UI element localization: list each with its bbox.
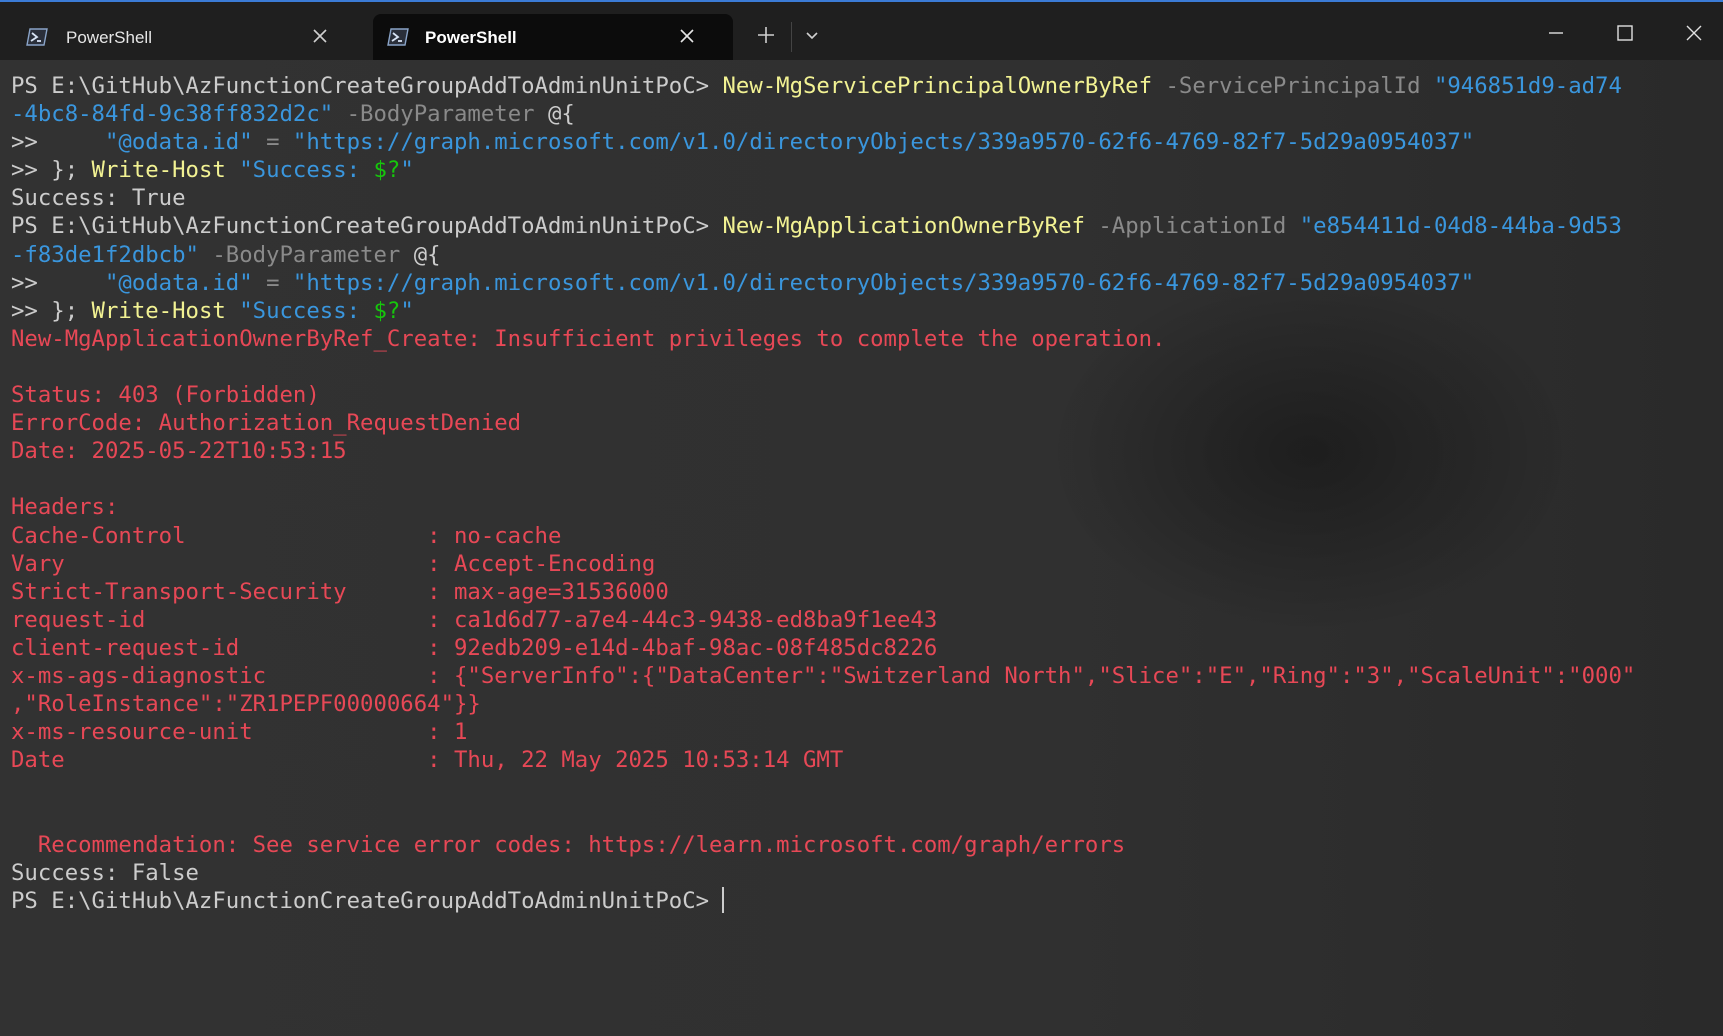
error-code: ErrorCode: Authorization_RequestDenied bbox=[11, 410, 522, 437]
powershell-icon bbox=[387, 28, 409, 46]
string-literal: "946851d9-ad74 bbox=[1433, 73, 1622, 99]
operator: = bbox=[252, 129, 293, 156]
terminal-line: >> "@odata.id" = "https://graph.microsof… bbox=[11, 128, 1711, 156]
command: Write-Host bbox=[91, 157, 226, 184]
error-status: Status: 403 (Forbidden) bbox=[11, 382, 320, 409]
continuation-prompt: >> }; bbox=[11, 297, 92, 324]
header-row: x-ms-resource-unit : 1 bbox=[11, 719, 468, 746]
tab-powershell-2[interactable]: PowerShell bbox=[373, 14, 733, 60]
prompt: PS E:\GitHub\AzFunctionCreateGroupAddToA… bbox=[11, 887, 723, 914]
terminal-line: >> }; Write-Host "Success: $?" bbox=[11, 156, 1711, 184]
command: New-MgApplicationOwnerByRef bbox=[722, 213, 1085, 240]
terminal-output-line: Success: False bbox=[11, 859, 199, 886]
tab-label: PowerShell bbox=[425, 28, 517, 47]
terminal-line: -f83de1f2dbcb" -BodyParameter @{ bbox=[11, 241, 1711, 269]
terminal-line: >> "@odata.id" = "https://graph.microsof… bbox=[11, 269, 1711, 297]
close-icon[interactable] bbox=[310, 26, 330, 46]
operator: = bbox=[252, 269, 293, 296]
header-row: Strict-Transport-Security : max-age=3153… bbox=[11, 578, 669, 605]
headers-title: Headers: bbox=[11, 494, 119, 521]
title-bar: PowerShell PowerShell bbox=[0, 2, 1723, 60]
command: Write-Host bbox=[91, 297, 226, 324]
terminal-output[interactable]: PS E:\GitHub\AzFunctionCreateGroupAddToA… bbox=[11, 72, 1711, 1022]
hashtable-open: @{ bbox=[413, 241, 441, 268]
maximize-icon[interactable] bbox=[1614, 22, 1636, 44]
variable: $? bbox=[373, 157, 401, 184]
string-literal: "Success: bbox=[239, 297, 374, 324]
terminal-line: PS E:\GitHub\AzFunctionCreateGroupAddToA… bbox=[11, 886, 1711, 915]
close-icon[interactable] bbox=[677, 26, 697, 46]
tab-separator bbox=[791, 22, 792, 52]
error-date: Date: 2025-05-22T10:53:15 bbox=[11, 438, 347, 465]
header-row: Vary : Accept-Encoding bbox=[11, 550, 656, 577]
parameter: -BodyParameter bbox=[333, 101, 548, 128]
terminal-line: PS E:\GitHub\AzFunctionCreateGroupAddToA… bbox=[11, 72, 1711, 100]
recommendation: Recommendation: See service error codes:… bbox=[11, 831, 1126, 858]
string-literal: -f83de1f2dbcb" bbox=[11, 241, 199, 268]
close-icon[interactable] bbox=[1683, 22, 1705, 44]
continuation-prompt: >> }; bbox=[11, 157, 92, 184]
text-cursor bbox=[722, 886, 725, 913]
string-literal: "@odata.id" bbox=[104, 269, 253, 296]
variable: $? bbox=[373, 297, 401, 324]
header-row-continuation: ,"RoleInstance":"ZR1PEPF00000664"}} bbox=[11, 691, 481, 718]
prompt: PS E:\GitHub\AzFunctionCreateGroupAddToA… bbox=[11, 73, 723, 99]
tab-label: PowerShell bbox=[66, 28, 152, 47]
string-literal: " bbox=[400, 157, 414, 184]
parameter: -ServicePrincipalId bbox=[1152, 73, 1434, 99]
terminal-window: PowerShell PowerShell PS E:\GitHub\AzFun… bbox=[0, 0, 1723, 1036]
hashtable-open: @{ bbox=[547, 101, 575, 128]
terminal-line: >> }; Write-Host "Success: $?" bbox=[11, 297, 1711, 325]
parameter: -ApplicationId bbox=[1084, 213, 1300, 240]
prompt: PS E:\GitHub\AzFunctionCreateGroupAddToA… bbox=[11, 213, 723, 240]
string-literal: " bbox=[400, 297, 414, 324]
header-row: x-ms-ags-diagnostic : {"ServerInfo":{"Da… bbox=[11, 662, 1636, 689]
tab-powershell-1[interactable]: PowerShell bbox=[10, 14, 360, 60]
chevron-down-icon[interactable] bbox=[801, 24, 823, 46]
command: New-MgServicePrincipalOwnerByRef bbox=[722, 73, 1153, 99]
terminal-output-line: Success: True bbox=[11, 185, 186, 212]
string-literal: -4bc8-84fd-9c38ff832d2c" bbox=[11, 101, 334, 128]
continuation-prompt: >> bbox=[11, 269, 105, 296]
error-message: New-MgApplicationOwnerByRef_Create: Insu… bbox=[11, 325, 1166, 352]
plus-icon[interactable] bbox=[755, 24, 777, 46]
minimize-icon[interactable] bbox=[1545, 22, 1567, 44]
header-row: Cache-Control : no-cache bbox=[11, 522, 562, 549]
parameter: -BodyParameter bbox=[198, 241, 414, 268]
string-literal: "Success: bbox=[239, 157, 374, 184]
terminal-line: -4bc8-84fd-9c38ff832d2c" -BodyParameter … bbox=[11, 100, 1711, 128]
continuation-prompt: >> bbox=[11, 129, 105, 156]
header-row: Date : Thu, 22 May 2025 10:53:14 GMT bbox=[11, 747, 844, 774]
string-literal: "https://graph.microsoft.com/v1.0/direct… bbox=[292, 269, 1475, 296]
header-row: client-request-id : 92edb209-e14d-4baf-9… bbox=[11, 634, 938, 661]
terminal-line: PS E:\GitHub\AzFunctionCreateGroupAddToA… bbox=[11, 212, 1711, 240]
powershell-icon bbox=[26, 28, 48, 46]
string-literal: "@odata.id" bbox=[104, 129, 253, 156]
string-literal: "e854411d-04d8-44ba-9d53 bbox=[1299, 213, 1622, 240]
header-row: request-id : ca1d6d77-a7e4-44c3-9438-ed8… bbox=[11, 606, 938, 633]
string-literal: "https://graph.microsoft.com/v1.0/direct… bbox=[292, 129, 1475, 156]
